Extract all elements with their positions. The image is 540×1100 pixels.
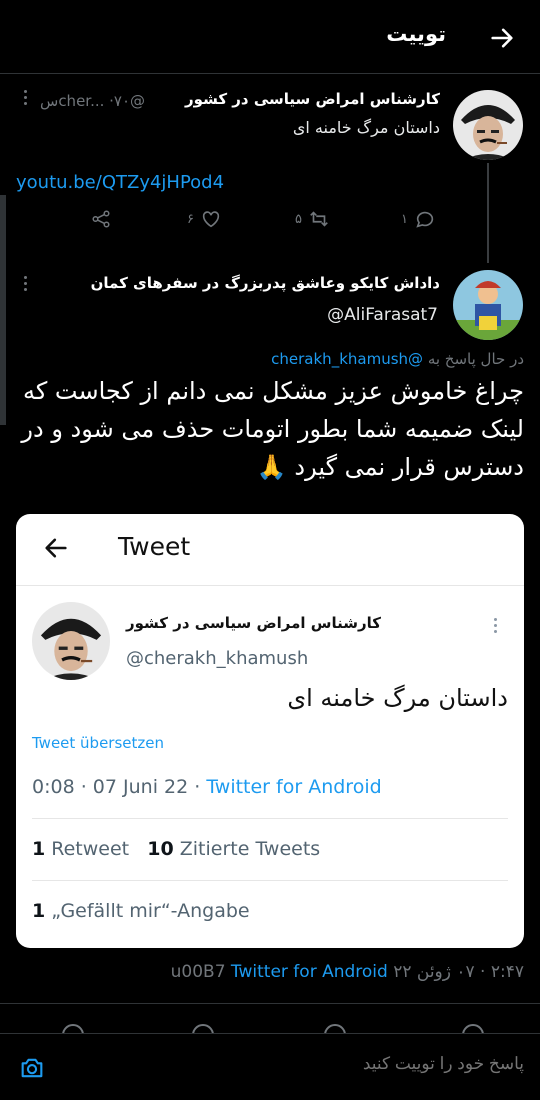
- retweet-button[interactable]: ۵: [295, 208, 330, 230]
- share-button[interactable]: [90, 208, 112, 230]
- more-options-icon[interactable]: [22, 90, 28, 110]
- tweet-actions: ۱ ۵ ۶: [0, 208, 540, 236]
- author-name[interactable]: کارشناس امراض سیاسی در کشور: [185, 90, 440, 108]
- more-options-icon: [492, 618, 498, 638]
- reply-button[interactable]: ۱: [401, 208, 436, 230]
- tweet-text: چراغ خاموش عزیز مشکل نمی دانم از کجاست ک…: [21, 377, 524, 481]
- like-button[interactable]: ۶: [187, 208, 222, 230]
- reply-icon: [416, 211, 434, 228]
- camera-icon[interactable]: [18, 1054, 46, 1082]
- reply-composer: [0, 1033, 540, 1100]
- card-retweet-label: Retweet: [45, 838, 130, 860]
- share-icon: [92, 210, 110, 228]
- top-bar: توییت: [0, 0, 540, 74]
- card-author-name: کارشناس امراض سیاسی در کشور: [126, 614, 381, 632]
- heart-icon: [202, 211, 220, 228]
- card-time: 0:08 · 07 Juni 22 ·: [32, 776, 207, 798]
- page-title: توییت: [386, 22, 446, 46]
- author-name[interactable]: داداش کایکو وعاشق پدربزرگ در سفرهای کمان: [91, 274, 440, 292]
- replying-to-handle[interactable]: @cherakh_khamush: [271, 350, 423, 368]
- tweet-text: داستان مرگ خامنه ای: [292, 118, 440, 137]
- divider: [32, 880, 508, 881]
- card-like-label: „Gefällt mir“-Angabe: [45, 900, 250, 922]
- card-client: Twitter for Android: [206, 776, 382, 798]
- embedded-image[interactable]: Tweet کارشناس امراض سیاسی در کشور @chera…: [16, 514, 524, 948]
- card-header: Tweet: [16, 514, 524, 586]
- avatar[interactable]: [453, 90, 523, 160]
- author-handle: @AliFarasat7: [327, 305, 438, 325]
- divider: [0, 1003, 540, 1004]
- card-timestamp: 0:08 · 07 Juni 22 · Twitter for Android: [32, 776, 382, 798]
- tweet-client[interactable]: Twitter for Android: [231, 962, 388, 982]
- card-title: Tweet: [118, 532, 191, 561]
- back-arrow-icon: [45, 538, 67, 558]
- avatar: [32, 602, 110, 680]
- replying-to-label: در حال پاسخ به: [427, 350, 524, 368]
- more-options-icon[interactable]: [22, 276, 28, 296]
- replying-to: در حال پاسخ به @cherakh_khamush: [271, 350, 524, 368]
- card-stats: 1 Retweet 10 Zitierte Tweets: [32, 838, 320, 860]
- back-arrow-icon[interactable]: [488, 24, 516, 52]
- card-quote-count: 10: [147, 838, 174, 860]
- tweet-time: ۲:۴۷ · ۰۷ ژوئن ۲۲: [387, 962, 524, 982]
- card-quote-label: Zitierte Tweets: [173, 838, 321, 860]
- author-handle: @cher... ·۷۰س: [40, 92, 146, 110]
- reply-input[interactable]: [104, 1054, 524, 1074]
- card-author-handle: @cherakh_khamush: [126, 648, 309, 669]
- card-like-count: 1: [32, 900, 46, 922]
- card-likes: 1 „Gefällt mir“-Angabe: [32, 900, 250, 922]
- tweet-timestamp: ۲:۴۷ · ۰۷ ژوئن ۲۲ u00B7 Twitter for Andr…: [171, 962, 524, 982]
- tweet-link[interactable]: youtu.be/QTZy4jHPod4: [16, 172, 224, 193]
- retweet-icon: [310, 211, 328, 227]
- translate-link: Tweet übersetzen: [32, 734, 165, 752]
- card-retweet-count: 1: [32, 838, 46, 860]
- avatar[interactable]: [453, 270, 523, 340]
- card-tweet-text: داستان مرگ خامنه ای: [287, 684, 508, 712]
- like-count: ۶: [187, 211, 194, 227]
- retweet-count: ۵: [295, 211, 302, 227]
- reply-count: ۱: [401, 211, 408, 227]
- tweet-sep: u00B7: [170, 962, 231, 982]
- divider: [32, 818, 508, 819]
